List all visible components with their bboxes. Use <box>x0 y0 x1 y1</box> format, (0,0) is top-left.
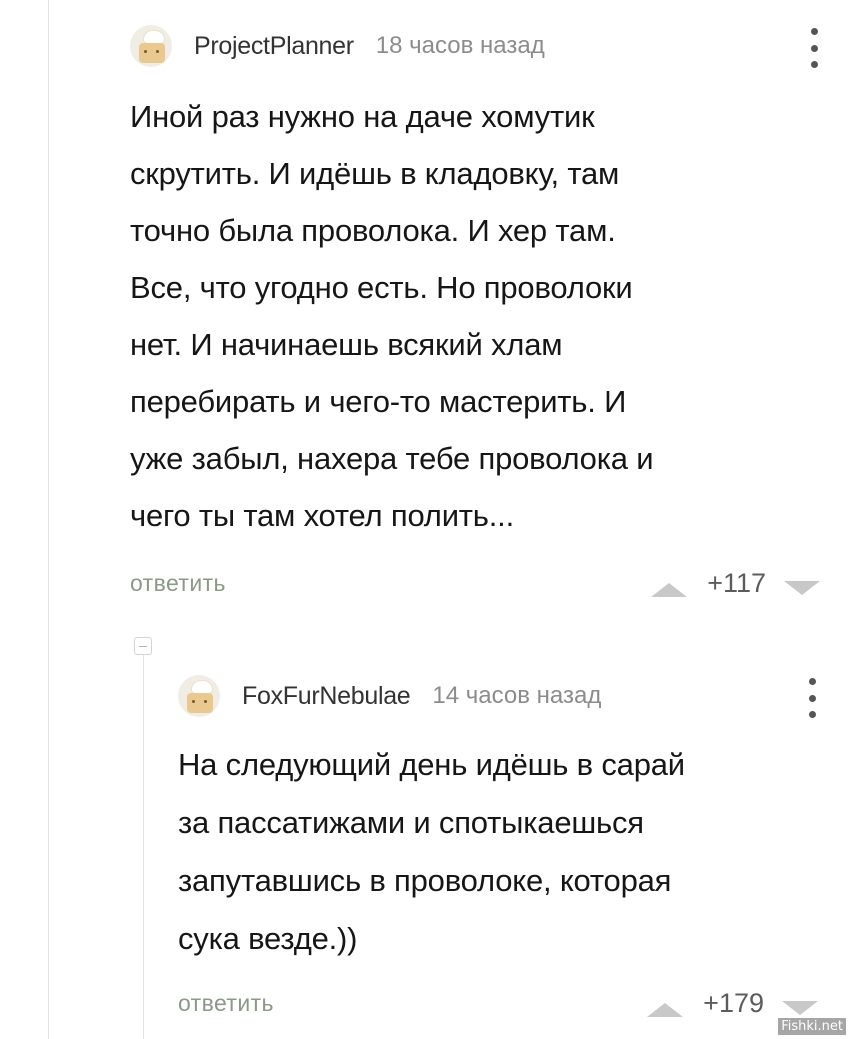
reply-button[interactable]: ответить <box>178 990 274 1017</box>
comment-time: 18 часов назад <box>375 32 545 59</box>
upvote-arrow-icon[interactable] <box>647 1002 684 1017</box>
downvote-arrow-icon[interactable] <box>784 580 820 595</box>
upvote-arrow-icon[interactable] <box>651 582 688 597</box>
username[interactable]: FoxFurNebulae <box>242 682 411 711</box>
reply-thread-line <box>143 655 144 1039</box>
downvote-arrow-icon[interactable] <box>782 1000 818 1015</box>
comment: ProjectPlanner 18 часов назад Иной раз н… <box>130 18 820 610</box>
vote-controls: +117 <box>651 568 820 599</box>
comment-footer: ответить +117 <box>130 568 820 610</box>
reply-comment: FoxFurNebulae 14 часов назад На следующи… <box>178 668 818 1030</box>
more-options-icon[interactable] <box>808 28 820 68</box>
watermark: Fishki.net <box>778 1018 846 1035</box>
rating-count: +117 <box>707 568 766 598</box>
chef-avatar-icon[interactable] <box>178 675 220 717</box>
rating-count: +179 <box>703 988 764 1018</box>
comment-footer: ответить +179 <box>178 988 818 1030</box>
thread-line <box>48 0 49 1039</box>
collapse-thread-button[interactable] <box>134 637 152 655</box>
comment-text: Иной раз нужно на даче хомутик скрутить.… <box>130 99 654 533</box>
comment-header: ProjectPlanner 18 часов назад <box>130 18 820 74</box>
username[interactable]: ProjectPlanner <box>194 32 354 61</box>
vote-controls: +179 <box>647 988 818 1019</box>
comment-time: 14 часов назад <box>432 682 602 709</box>
comment-text: На следующий день идёшь в сарай за пасса… <box>178 747 685 956</box>
more-options-icon[interactable] <box>806 678 818 718</box>
chef-avatar-icon[interactable] <box>130 25 172 67</box>
reply-button[interactable]: ответить <box>130 570 226 597</box>
comment-header: FoxFurNebulae 14 часов назад <box>178 668 818 724</box>
